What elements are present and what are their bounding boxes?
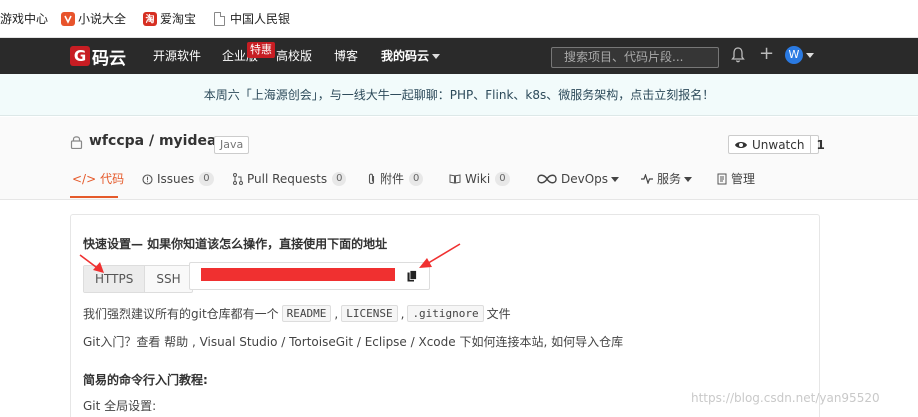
- tab-label: 附件: [380, 172, 405, 186]
- pull-request-icon: [233, 173, 243, 185]
- watch-label-text: Unwatch: [752, 137, 805, 152]
- tab-count: 0: [495, 172, 510, 186]
- eye-icon: [735, 141, 747, 148]
- protocol-https-button[interactable]: HTTPS: [84, 266, 146, 292]
- readme-text: 我们强烈建议所有的git仓库都有一个: [83, 307, 279, 321]
- bookmark-pbc[interactable]: 中国人民银: [214, 0, 290, 38]
- logo-text: 码云: [92, 48, 126, 69]
- cli-tutorial-title: 简易的命令行入门教程:: [83, 373, 208, 387]
- paperclip-icon: [368, 173, 375, 185]
- bookmark-novel[interactable]: 小说大全: [61, 0, 126, 38]
- nav-education[interactable]: 高校版: [276, 38, 312, 74]
- tab-label: 管理: [731, 172, 756, 186]
- chevron-down-icon: [684, 176, 693, 182]
- bookmark-bar: 游戏中心 小说大全 淘爱淘宝 中国人民银: [0, 0, 918, 38]
- nav-my-gitee-label: 我的码云: [381, 49, 430, 63]
- chevron-down-icon[interactable]: [806, 53, 814, 58]
- readme-separator: ,: [400, 306, 405, 321]
- bookmark-label: 爱淘宝: [160, 12, 197, 26]
- search-input[interactable]: 搜索项目、代码片段...: [551, 47, 719, 68]
- settings-doc-icon: [717, 173, 727, 185]
- nav-blog[interactable]: 博客: [334, 38, 358, 74]
- gitignore-file-badge: .gitignore: [407, 305, 484, 322]
- avatar[interactable]: W: [785, 46, 803, 64]
- tab-label: 代码: [100, 172, 125, 186]
- bookmark-label: 中国人民银: [230, 12, 291, 26]
- tab-label: Issues: [157, 172, 195, 186]
- tab-issues[interactable]: Issues 0: [142, 170, 214, 188]
- tab-pull-requests[interactable]: Pull Requests 0: [233, 170, 347, 188]
- protocol-ssh-button[interactable]: SSH: [145, 266, 191, 292]
- watch-label: Unwatch: [729, 136, 812, 153]
- active-tab-indicator: [70, 196, 118, 198]
- language-badge: Java: [214, 136, 250, 154]
- chevron-down-icon: [611, 176, 620, 182]
- tab-wiki[interactable]: Wiki 0: [449, 170, 510, 188]
- plus-icon[interactable]: +: [759, 45, 774, 63]
- tab-devops[interactable]: DevOps: [537, 170, 620, 188]
- taobao-icon: 淘: [143, 11, 157, 26]
- nav-open-source[interactable]: 开源软件: [153, 38, 201, 74]
- readme-recommendation: 我们强烈建议所有的git仓库都有一个 README, LICENSE, .git…: [83, 305, 511, 322]
- special-offer-badge: 特惠: [247, 42, 275, 58]
- lock-icon: [70, 136, 83, 149]
- issue-icon: [142, 173, 153, 185]
- tab-manage[interactable]: 管理: [717, 170, 755, 188]
- unwatch-button[interactable]: Unwatch 1: [728, 135, 825, 154]
- tab-count: 0: [199, 172, 214, 186]
- novel-icon: [61, 11, 75, 26]
- tab-count: 0: [409, 172, 424, 186]
- announcement-banner[interactable]: 本周六「上海源创会」，与一线大牛一起聊聊：PHP、Flink、k8s、微服务架构…: [0, 74, 918, 116]
- tab-services[interactable]: 服务: [641, 170, 693, 188]
- book-icon: [449, 174, 461, 184]
- chevron-down-icon: [432, 54, 441, 59]
- logo-mark: G: [70, 46, 90, 66]
- readme-separator: ,: [334, 306, 339, 321]
- infinity-icon: [537, 174, 557, 184]
- page-icon: [214, 11, 225, 26]
- bookmark-taobao[interactable]: 淘爱淘宝: [143, 0, 196, 38]
- copy-icon[interactable]: [407, 270, 417, 282]
- gitee-logo[interactable]: G 码云: [70, 44, 126, 69]
- protocol-switch: HTTPS SSH: [83, 265, 193, 293]
- readme-file-badge: README: [281, 305, 332, 322]
- quick-setup-title: 快速设置— 如果你知道该怎么操作，直接使用下面的地址: [83, 237, 388, 251]
- pulse-icon: [641, 174, 653, 184]
- watch-count: 1: [816, 137, 825, 152]
- nav-my-gitee[interactable]: 我的码云: [381, 38, 441, 74]
- tab-attachments[interactable]: 附件 0: [367, 170, 424, 188]
- tab-label: 服务: [657, 172, 682, 186]
- bookmark-label: 游戏中心: [0, 12, 49, 26]
- top-navbar: G 码云 开源软件 企业版 高校版 博客 我的码云: [0, 38, 918, 74]
- tab-code[interactable]: </> 代码: [72, 170, 124, 188]
- code-icon: </>: [72, 172, 97, 186]
- bookmark-game-center[interactable]: 游戏中心: [0, 0, 48, 38]
- redaction-bar: [201, 268, 395, 281]
- repo-title[interactable]: wfccpa / myideas: [89, 133, 225, 149]
- tab-label: Pull Requests: [247, 172, 328, 186]
- csdn-watermark: https://blog.csdn.net/yan95520: [691, 391, 880, 405]
- git-intro-links[interactable]: Git入门？查看 帮助 , Visual Studio / TortoiseGi…: [83, 333, 623, 350]
- readme-suffix: 文件: [486, 307, 511, 321]
- bookmark-label: 小说大全: [78, 12, 127, 26]
- tab-label: DevOps: [561, 172, 609, 186]
- license-file-badge: LICENSE: [341, 305, 398, 322]
- git-global-setting-label: Git 全局设置:: [83, 399, 157, 413]
- bell-icon[interactable]: [731, 47, 745, 63]
- tab-label: Wiki: [465, 172, 491, 186]
- tab-count: 0: [332, 172, 347, 186]
